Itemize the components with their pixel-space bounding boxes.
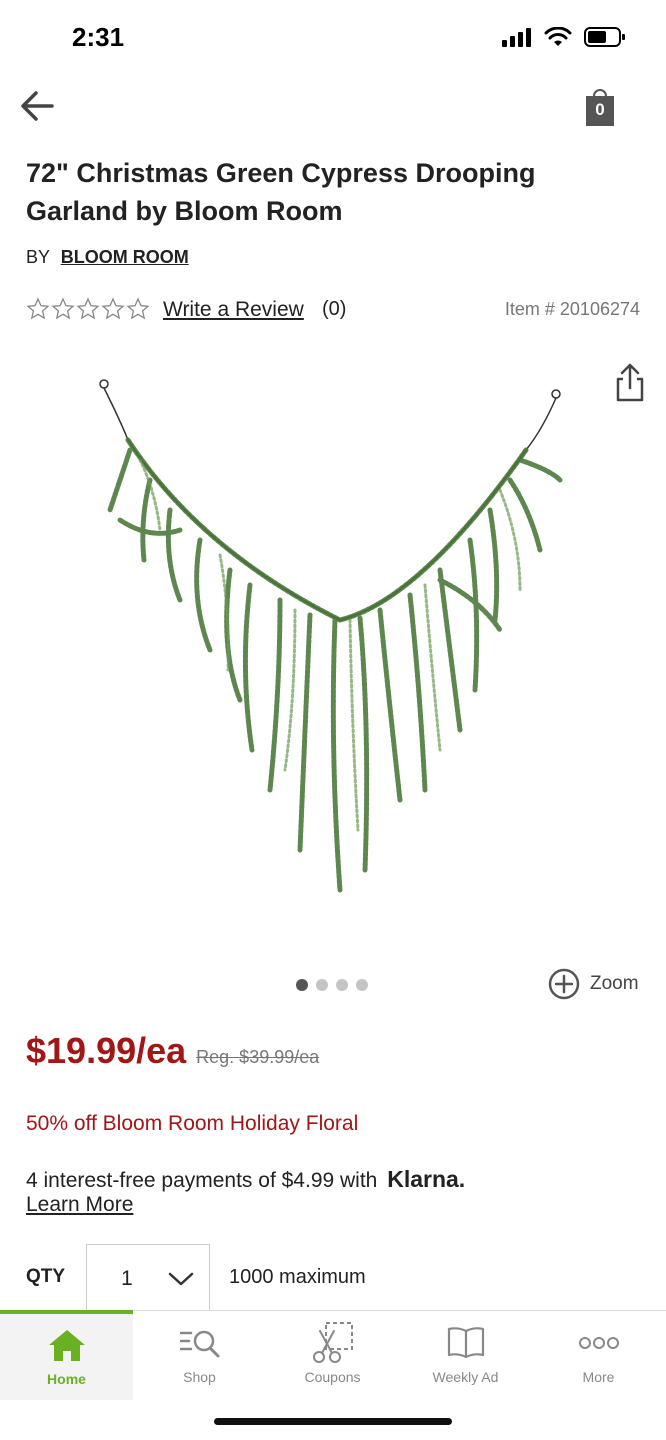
tab-shop[interactable]: Shop <box>133 1311 266 1401</box>
more-dots-icon <box>532 1323 665 1363</box>
status-icons <box>502 26 626 48</box>
review-count: (0) <box>322 298 347 320</box>
star-outline-icon <box>76 297 100 320</box>
status-time: 2:31 <box>72 22 125 52</box>
qty-maximum: 1000 maximum <box>229 1266 366 1288</box>
image-carousel-dots <box>296 979 368 991</box>
signal-icon <box>502 28 531 47</box>
klarna-logo: Klarna. <box>387 1166 466 1192</box>
tab-home[interactable]: Home <box>0 1310 133 1400</box>
klarna-message: 4 interest-free payments of $4.99 with K… <box>26 1166 465 1193</box>
tab-weekly-ad[interactable]: Weekly Ad <box>399 1311 532 1401</box>
sale-price: $19.99/ea <box>26 1030 187 1071</box>
tab-label: Weekly Ad <box>432 1369 499 1385</box>
star-outline-icon <box>26 297 50 320</box>
cart-count-badge: 0 <box>595 100 605 119</box>
star-outline-icon <box>101 297 125 320</box>
price-row: $19.99/ea Reg. $39.99/ea <box>26 1030 319 1080</box>
status-bar: 2:31 <box>0 0 666 76</box>
carousel-dot[interactable] <box>316 979 328 991</box>
klarna-text: 4 interest-free payments of $4.99 with <box>26 1169 378 1192</box>
shop-search-icon <box>133 1323 266 1363</box>
carousel-dot[interactable] <box>336 979 348 991</box>
review-row: Write a Review (0) Item # 20106274 <box>26 296 646 326</box>
zoom-button[interactable]: Zoom <box>548 966 639 1002</box>
quantity-select[interactable]: 1 <box>86 1244 210 1312</box>
qty-value: 1 <box>121 1267 133 1290</box>
promo-text[interactable]: 50% off Bloom Room Holiday Floral <box>26 1112 358 1136</box>
rating-stars <box>26 296 150 322</box>
garland-image <box>99 379 563 893</box>
tab-label: Shop <box>183 1369 216 1385</box>
battery-icon <box>584 27 625 47</box>
product-image[interactable] <box>80 370 580 930</box>
share-icon <box>616 363 644 402</box>
qty-label: QTY <box>26 1266 66 1287</box>
arrow-left-icon <box>21 91 54 121</box>
cart-button[interactable]: 0 <box>584 86 616 128</box>
by-line: BY BLOOM ROOM <box>26 247 189 268</box>
quantity-row: QTY 1 1000 maximum <box>0 1244 666 1312</box>
wifi-icon <box>544 27 572 46</box>
star-outline-icon <box>51 297 75 320</box>
share-button[interactable] <box>612 362 648 404</box>
tab-more[interactable]: More <box>532 1311 665 1401</box>
tab-label: More <box>582 1369 615 1385</box>
by-prefix: BY <box>26 247 50 267</box>
learn-more-link[interactable]: Learn More <box>26 1193 133 1217</box>
zoom-label: Zoom <box>590 973 639 994</box>
write-review-link[interactable]: Write a Review <box>163 298 304 322</box>
tab-coupons[interactable]: Coupons <box>266 1311 399 1401</box>
top-bar: 0 <box>0 80 666 140</box>
star-outline-icon <box>126 297 150 320</box>
chevron-down-icon <box>168 1272 194 1286</box>
home-indicator <box>214 1418 452 1425</box>
carousel-dot[interactable] <box>296 979 308 991</box>
brand-link[interactable]: BLOOM ROOM <box>61 247 189 267</box>
tab-label: Coupons <box>304 1369 361 1385</box>
tab-label: Home <box>47 1371 86 1387</box>
home-icon <box>0 1325 133 1365</box>
scissors-coupon-icon <box>266 1322 399 1363</box>
item-number: Item # 20106274 <box>504 299 640 319</box>
product-title: 72" Christmas Green Cypress Drooping Gar… <box>26 158 536 226</box>
carousel-dot[interactable] <box>356 979 368 991</box>
regular-price: Reg. $39.99/ea <box>196 1047 320 1067</box>
open-book-icon <box>399 1323 532 1363</box>
zoom-plus-icon <box>548 968 580 1000</box>
back-button[interactable] <box>18 86 58 126</box>
